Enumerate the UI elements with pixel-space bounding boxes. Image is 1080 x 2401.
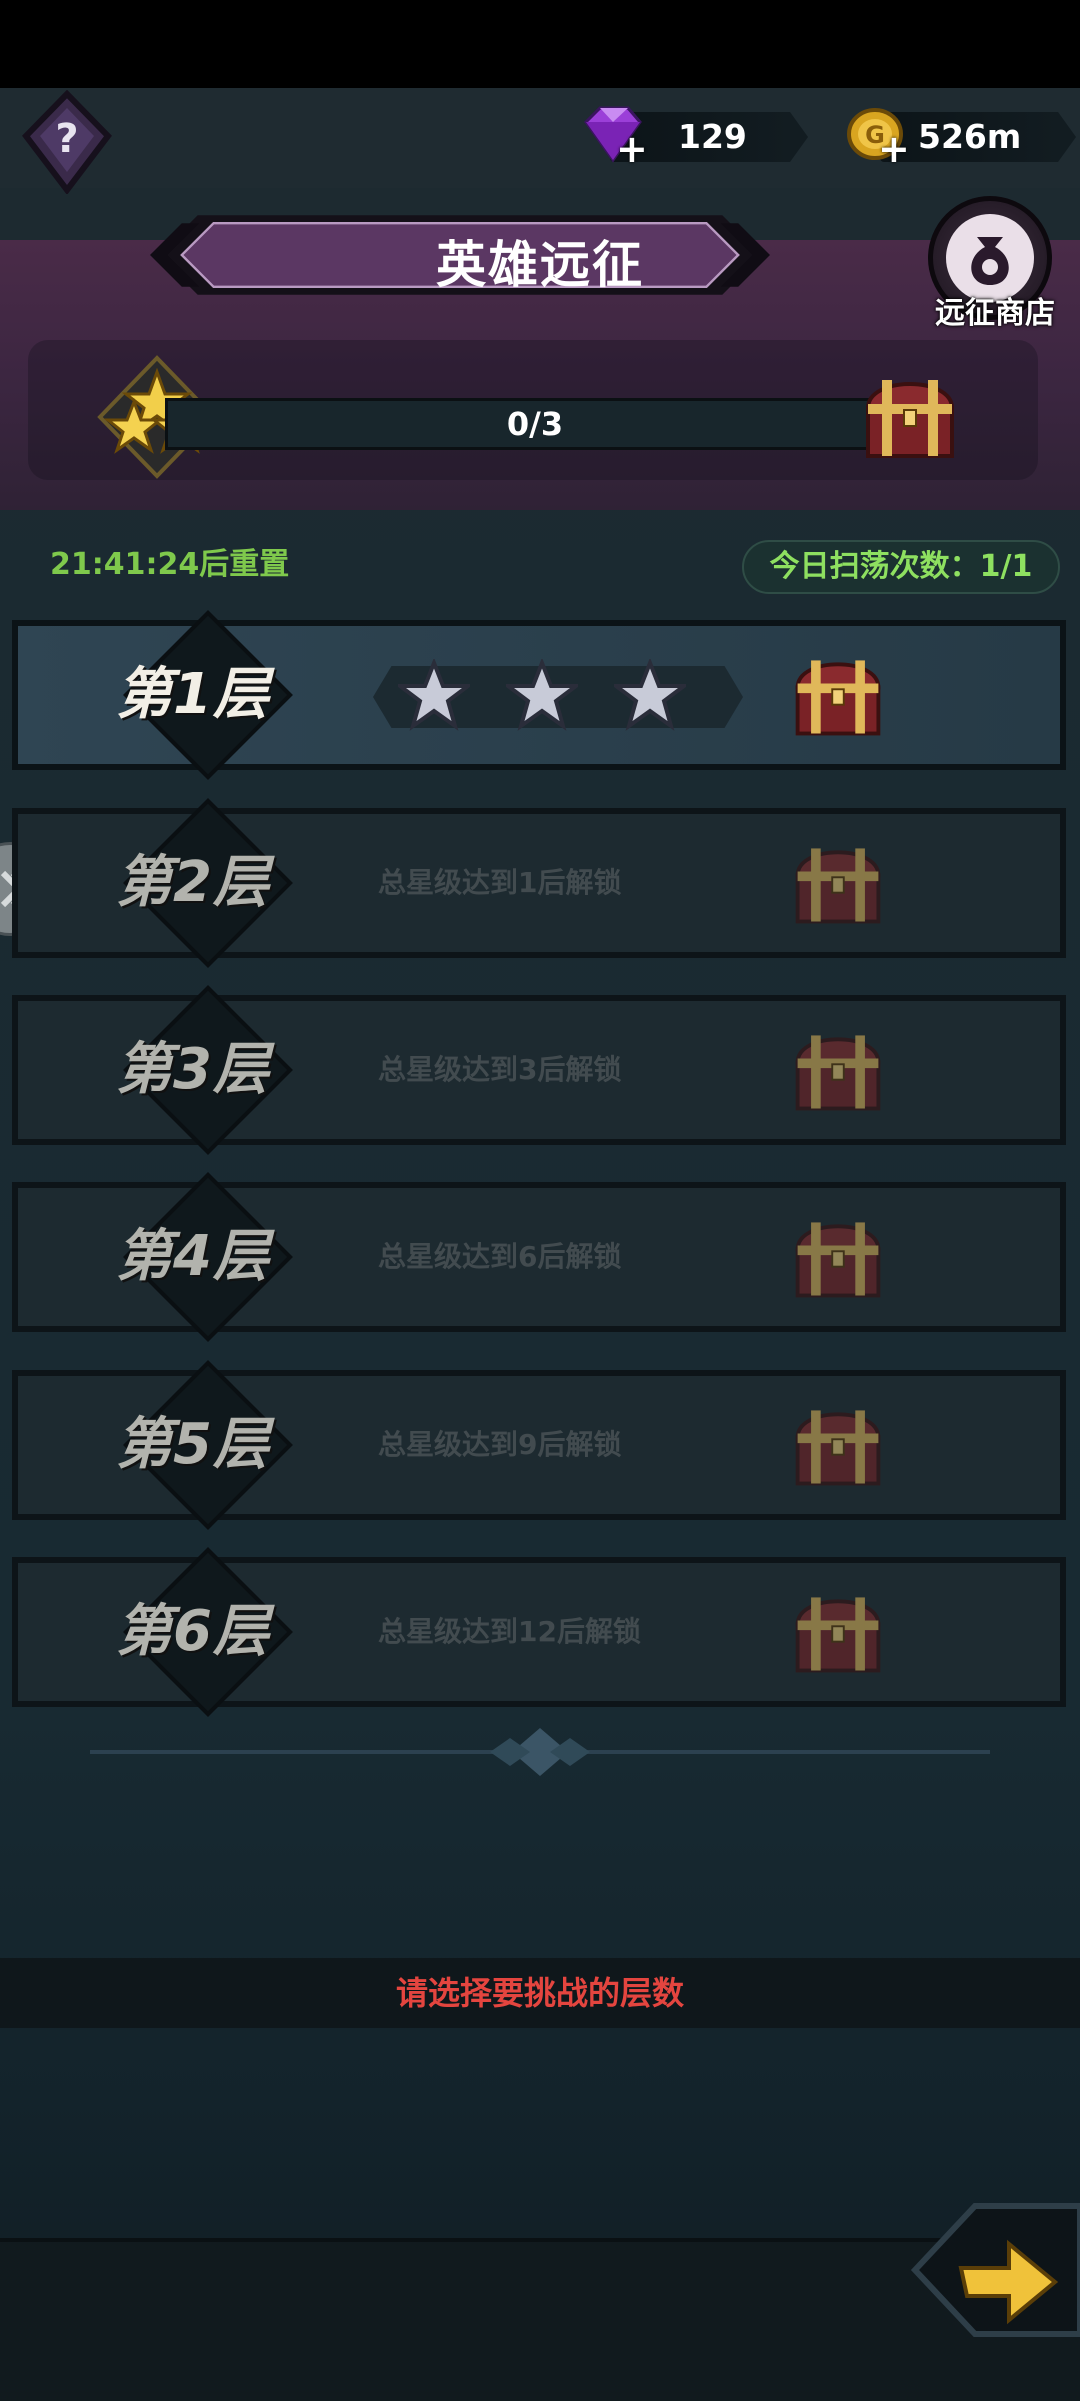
unlock-requirement: 总星级达到1后解锁 bbox=[378, 866, 622, 899]
star-icon bbox=[398, 659, 470, 731]
treasure-chest-icon[interactable] bbox=[788, 1210, 888, 1306]
floor-row[interactable]: 第4层 总星级达到6后解锁 bbox=[12, 1172, 1066, 1342]
star-icon bbox=[506, 659, 578, 731]
floor-label: 第4层 bbox=[116, 1224, 270, 1289]
unlock-requirement: 总星级达到6后解锁 bbox=[378, 1240, 622, 1273]
sweep-count: 今日扫荡次数：1/1 bbox=[742, 540, 1060, 594]
floor-label: 第2层 bbox=[116, 850, 270, 915]
arrow-right-icon bbox=[910, 2203, 1080, 2337]
expedition-shop-label: 远征商店 bbox=[935, 296, 1055, 331]
star-icon bbox=[614, 659, 686, 731]
floor-label: 第1层 bbox=[116, 662, 270, 727]
floor-row[interactable]: 第2层 总星级达到1后解锁 bbox=[12, 798, 1066, 968]
status-bar bbox=[0, 0, 1080, 88]
star-progress-text: 0/3 bbox=[506, 405, 564, 443]
unlock-requirement: 总星级达到12后解锁 bbox=[378, 1615, 641, 1648]
floor-label: 第5层 bbox=[116, 1412, 270, 1477]
treasure-chest-icon[interactable] bbox=[788, 836, 888, 932]
floor-label: 第6层 bbox=[116, 1599, 270, 1664]
treasure-chest-icon[interactable] bbox=[788, 648, 888, 744]
gem-count: 129 bbox=[678, 117, 747, 156]
hint-message: 请选择要挑战的层数 bbox=[0, 1958, 1080, 2028]
gold-count: 526m bbox=[918, 117, 1022, 156]
question-mark-icon: ? bbox=[22, 89, 112, 195]
floor-row[interactable]: 第1层 bbox=[12, 610, 1066, 780]
floor-row[interactable]: 第5层 总星级达到9后解锁 bbox=[12, 1360, 1066, 1530]
treasure-chest-icon[interactable] bbox=[788, 1023, 888, 1119]
unlock-requirement: 总星级达到3后解锁 bbox=[378, 1053, 622, 1086]
divider-ornament bbox=[90, 1728, 990, 1776]
reset-timer: 21:41:24后重置 bbox=[50, 547, 290, 582]
floor-row[interactable]: 第6层 总星级达到12后解锁 bbox=[12, 1547, 1066, 1717]
page-title: 英雄远征 bbox=[436, 236, 644, 294]
add-gold-icon[interactable]: + bbox=[878, 130, 910, 168]
treasure-chest-icon[interactable] bbox=[858, 368, 962, 466]
floor-row[interactable]: 第3层 总星级达到3后解锁 bbox=[12, 985, 1066, 1155]
next-button[interactable] bbox=[905, 2196, 1080, 2344]
floor-label: 第3层 bbox=[116, 1037, 270, 1102]
treasure-chest-icon[interactable] bbox=[788, 1585, 888, 1681]
help-button[interactable]: ? bbox=[20, 89, 114, 195]
screen: ? 129 + 526m G + 英雄远征 远征商店 0/3 21:41:24后… bbox=[0, 0, 1080, 2401]
treasure-chest-icon[interactable] bbox=[788, 1398, 888, 1494]
add-gems-icon[interactable]: + bbox=[616, 130, 648, 168]
unlock-requirement: 总星级达到9后解锁 bbox=[378, 1428, 622, 1461]
svg-text:?: ? bbox=[55, 116, 78, 162]
